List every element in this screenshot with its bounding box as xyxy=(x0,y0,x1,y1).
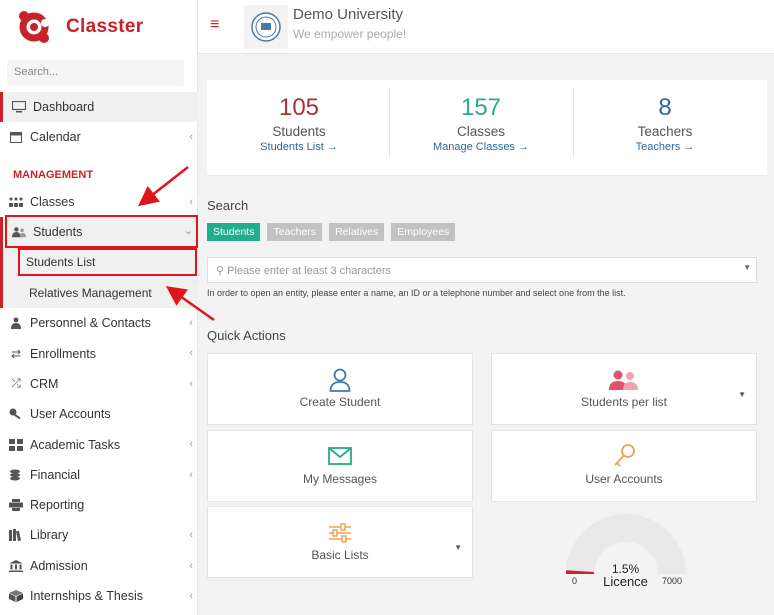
licence-max: 7000 xyxy=(662,576,683,586)
quick-actions-title: Quick Actions xyxy=(207,328,286,343)
search-icon: ⚲ xyxy=(216,265,225,277)
dropdown-caret-icon[interactable]: ▼ xyxy=(738,390,746,399)
envelope-icon xyxy=(328,447,352,468)
licence-min: 0 xyxy=(572,576,578,586)
search-tabs: Students Teachers Relatives Employees xyxy=(207,223,456,241)
users-pair-icon xyxy=(609,370,639,393)
card-create-student[interactable]: Create Student xyxy=(207,353,473,425)
tab-employees[interactable]: Employees xyxy=(391,223,456,241)
university-seal-icon xyxy=(251,12,281,42)
stat-label: Teachers xyxy=(637,124,693,139)
tab-teachers[interactable]: Teachers xyxy=(267,223,323,241)
stat-value: 157 xyxy=(460,94,502,121)
search-hint: In order to open an entity, please enter… xyxy=(207,288,626,298)
arrow-right-icon: → xyxy=(518,141,529,153)
hamburger-menu-icon[interactable]: ≡ xyxy=(210,16,219,34)
card-label: Create Student xyxy=(299,395,381,409)
card-user-accounts[interactable]: User Accounts xyxy=(491,430,757,502)
licence-gauge: 1.5% Licence 0 7000 xyxy=(558,510,693,590)
key-icon xyxy=(612,443,636,472)
card-label: My Messages xyxy=(302,472,378,486)
entity-search-input[interactable]: ⚲ Please enter at least 3 characters ▼ xyxy=(207,257,757,283)
dropdown-caret-icon[interactable]: ▼ xyxy=(454,543,462,552)
search-placeholder: Please enter at least 3 characters xyxy=(227,265,391,277)
card-label: Basic Lists xyxy=(311,548,369,562)
top-bar: ≡ Demo University We empower people! xyxy=(198,0,774,54)
search-title: Search xyxy=(207,198,249,213)
arrow-to-students xyxy=(138,166,189,207)
stat-teachers: 8 Teachers Teachers → xyxy=(573,88,757,168)
card-basic-lists[interactable]: Basic Lists ▼ xyxy=(207,506,473,578)
stat-value: 8 xyxy=(658,94,672,121)
user-outline-icon xyxy=(329,368,351,395)
stat-classes: 157 Classes Manage Classes → xyxy=(389,88,573,168)
institution-tagline: We empower people! xyxy=(293,27,407,41)
arrow-right-icon: → xyxy=(683,141,695,153)
stat-label: Classes xyxy=(456,124,505,139)
stats-panel: 105 Students Students List → 157 Classes… xyxy=(207,80,767,176)
institution-name: Demo University xyxy=(293,6,404,23)
stat-link-label: Teachers xyxy=(635,141,681,153)
stat-link-teachers[interactable]: Teachers → xyxy=(573,141,757,153)
stat-value: 105 xyxy=(278,94,320,121)
card-label: Students per list xyxy=(580,395,668,409)
stat-link-label: Students List xyxy=(260,141,324,153)
university-logo xyxy=(244,5,288,49)
stat-students: 105 Students Students List → xyxy=(207,88,391,168)
arrow-right-icon: → xyxy=(326,141,338,153)
stat-link-label: Manage Classes xyxy=(433,141,515,153)
stat-link-students-list[interactable]: Students List → xyxy=(207,141,391,153)
tab-students[interactable]: Students xyxy=(207,223,261,241)
tab-relatives[interactable]: Relatives xyxy=(329,223,385,241)
sliders-icon xyxy=(328,523,352,546)
card-students-per-list[interactable]: Students per list ▼ xyxy=(491,353,757,425)
stat-link-manage-classes[interactable]: Manage Classes → xyxy=(389,141,573,153)
card-label: User Accounts xyxy=(585,472,663,486)
card-my-messages[interactable]: My Messages xyxy=(207,430,473,502)
stat-label: Students xyxy=(272,124,326,139)
dropdown-caret-icon[interactable]: ▼ xyxy=(743,263,751,272)
